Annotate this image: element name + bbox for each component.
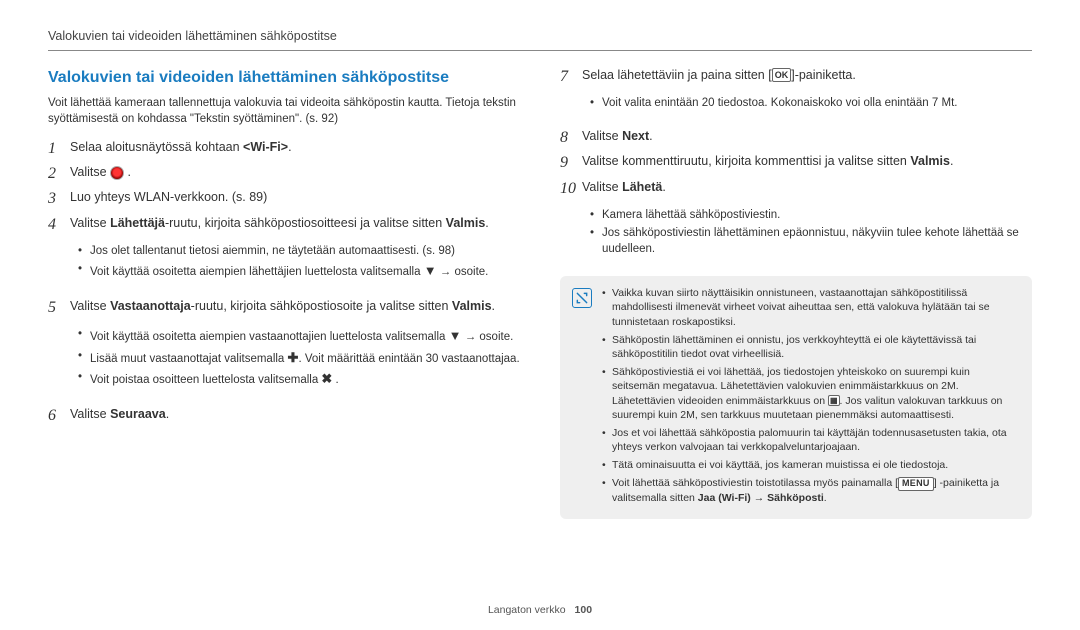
note-item: Vaikka kuvan siirto näyttäisikin onnistu… [602, 286, 1020, 329]
note-item: Voit lähettää sähköpostiviestin toistoti… [602, 476, 1020, 504]
left-column: Valokuvien tai videoiden lähettäminen sä… [48, 67, 520, 519]
step-number: 7 [560, 67, 582, 86]
step-body: Valitse Lähetä. [582, 179, 1032, 197]
menu-button-icon: MENU [898, 477, 934, 491]
step-body: Valitse @ . [70, 164, 520, 182]
step-sub-item: Jos olet tallentanut tietosi aiemmin, ne… [78, 244, 488, 260]
step-body: Valitse Vastaanottaja-ruutu, kirjoita sä… [70, 298, 520, 316]
note-item: Jos et voi lähettää sähköpostia palomuur… [602, 426, 1020, 454]
step-sub-list: Voit käyttää osoitetta aiempien vastaano… [78, 327, 520, 392]
video-res-icon: ▦ [828, 395, 840, 406]
step-body: Luo yhteys WLAN-verkkoon. (s. 89) [70, 189, 520, 207]
footer-section: Langaton verkko [488, 604, 566, 616]
steps-right: 7Selaa lähetettäviin ja paina sitten [OK… [560, 67, 1032, 269]
step-sub-item: Voit poistaa osoitteen luettelosta valit… [78, 370, 520, 389]
delete-icon: ✖ [321, 371, 332, 386]
step-sub-wrap: Voit valita enintään 20 tiedostoa. Kokon… [560, 92, 1032, 123]
step-number: 6 [48, 406, 70, 425]
step-body: Valitse kommenttiruutu, kirjoita komment… [582, 153, 1032, 171]
step: 3Luo yhteys WLAN-verkkoon. (s. 89) [48, 189, 520, 208]
note-box: Vaikka kuvan siirto näyttäisikin onnistu… [560, 276, 1032, 518]
step-body: Valitse Lähettäjä-ruutu, kirjoita sähköp… [70, 215, 520, 233]
footer-page-number: 100 [575, 604, 593, 616]
down-icon: ▼ [424, 263, 437, 278]
step-number: 5 [48, 298, 70, 317]
step-body: Selaa aloitusnäytössä kohtaan <Wi-Fi>. [70, 139, 520, 157]
email-app-icon: @ [110, 166, 124, 180]
step-sub-list: Jos olet tallentanut tietosi aiemmin, ne… [78, 244, 488, 284]
step-number: 10 [560, 179, 582, 198]
step-number: 9 [560, 153, 582, 172]
step-sub-wrap: Kamera lähettää sähköpostiviestin. Jos sä… [560, 204, 1032, 269]
plus-icon: ✚ [288, 350, 299, 365]
step: 5Valitse Vastaanottaja-ruutu, kirjoita s… [48, 298, 520, 317]
step-sub-list: Voit valita enintään 20 tiedostoa. Kokon… [590, 96, 957, 115]
ok-button-icon: OK [772, 68, 792, 82]
step: 1Selaa aloitusnäytössä kohtaan <Wi-Fi>. [48, 139, 520, 158]
step-sub-wrap: Jos olet tallentanut tietosi aiemmin, ne… [48, 240, 520, 292]
step-sub-item: Jos sähköpostiviestin lähettäminen epäon… [590, 226, 1032, 257]
step: 2Valitse @ . [48, 164, 520, 183]
step: 4Valitse Lähettäjä-ruutu, kirjoita sähkö… [48, 215, 520, 234]
page-header-breadcrumb: Valokuvien tai videoiden lähettäminen sä… [48, 28, 1032, 51]
step-sub-item: Voit valita enintään 20 tiedostoa. Kokon… [590, 96, 957, 112]
manual-page: Valokuvien tai videoiden lähettäminen sä… [0, 0, 1080, 630]
step: 9Valitse kommenttiruutu, kirjoita kommen… [560, 153, 1032, 172]
down-icon: ▼ [449, 328, 462, 343]
note-item: Sähköpostin lähettäminen ei onnistu, jos… [602, 333, 1020, 361]
right-column: 7Selaa lähetettäviin ja paina sitten [OK… [560, 67, 1032, 519]
step-sub-item: Voit käyttää osoitetta aiempien lähettäj… [78, 262, 488, 281]
step-sub-item: Lisää muut vastaanottajat valitsemalla ✚… [78, 349, 520, 368]
page-footer: Langaton verkko 100 [0, 603, 1080, 618]
step: 7Selaa lähetettäviin ja paina sitten [OK… [560, 67, 1032, 86]
note-list: Vaikka kuvan siirto näyttäisikin onnistu… [602, 286, 1020, 508]
content-columns: Valokuvien tai videoiden lähettäminen sä… [48, 67, 1032, 519]
step-sub-list: Kamera lähettää sähköpostiviestin. Jos sä… [590, 208, 1032, 261]
step-number: 8 [560, 128, 582, 147]
step-body: Valitse Seuraava. [70, 406, 520, 424]
step-body: Valitse Next. [582, 128, 1032, 146]
step-number: 2 [48, 164, 70, 183]
step-sub-wrap: Voit käyttää osoitetta aiempien vastaano… [48, 323, 520, 400]
step: 8Valitse Next. [560, 128, 1032, 147]
step-sub-item: Voit käyttää osoitetta aiempien vastaano… [78, 327, 520, 346]
step-sub-item: Kamera lähettää sähköpostiviestin. [590, 208, 1032, 224]
step-number: 1 [48, 139, 70, 158]
step-number: 3 [48, 189, 70, 208]
step: 6Valitse Seuraava. [48, 406, 520, 425]
intro-text: Voit lähettää kameraan tallennettuja val… [48, 95, 520, 127]
step-body: Selaa lähetettäviin ja paina sitten [OK]… [582, 67, 1032, 85]
note-item: Sähköpostiviestiä ei voi lähettää, jos t… [602, 365, 1020, 422]
step-number: 4 [48, 215, 70, 234]
section-title: Valokuvien tai videoiden lähettäminen sä… [48, 67, 520, 89]
step: 10Valitse Lähetä. [560, 179, 1032, 198]
steps-left: 1Selaa aloitusnäytössä kohtaan <Wi-Fi>.2… [48, 139, 520, 425]
note-icon [572, 288, 592, 308]
note-item: Tätä ominaisuutta ei voi käyttää, jos ka… [602, 458, 1020, 472]
